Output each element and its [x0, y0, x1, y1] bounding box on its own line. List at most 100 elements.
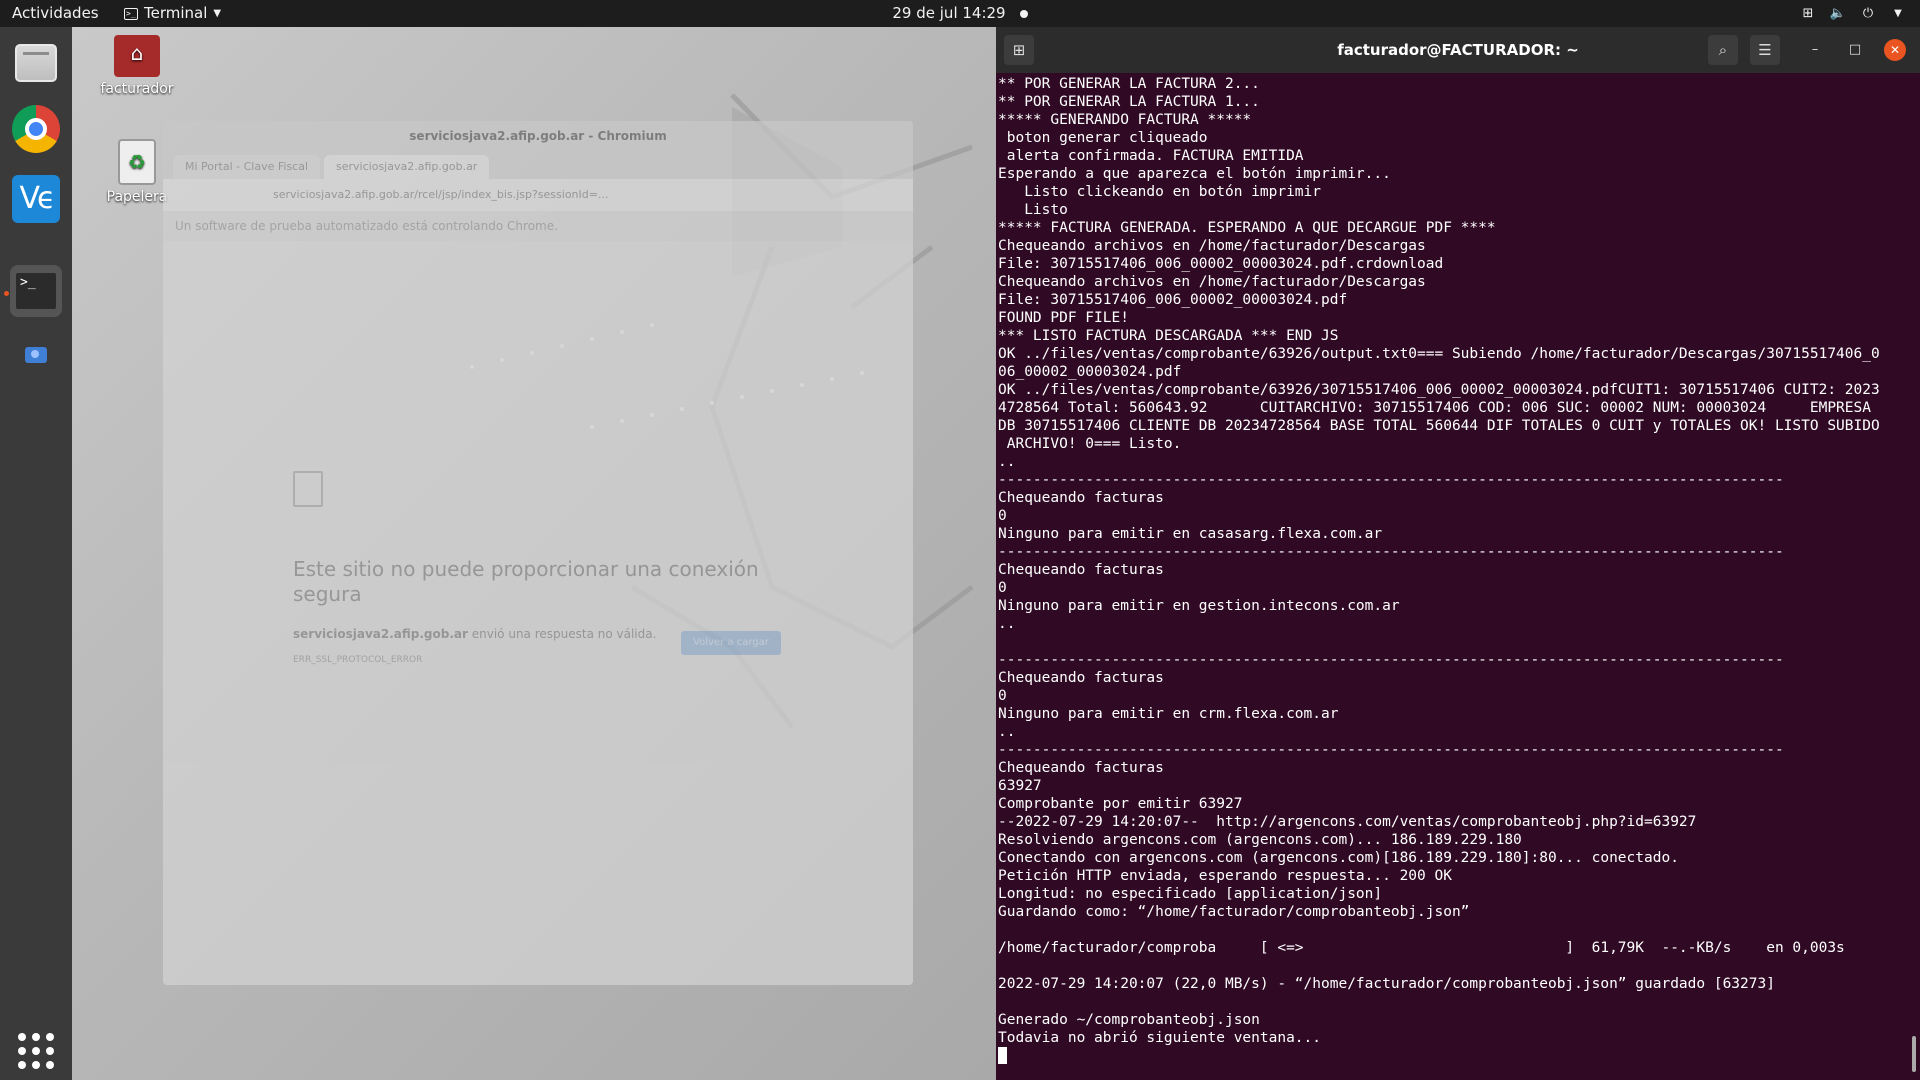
desktop-home-label: facturador: [100, 81, 174, 97]
terminal-line: File: 30715517406_006_00002_00003024.pdf…: [998, 256, 1444, 272]
terminal-line: OK ../files/ventas/comprobante/63926/307…: [998, 382, 1880, 398]
terminal-line: ----------------------------------------…: [998, 742, 1784, 758]
terminal-line: 63927: [998, 778, 1042, 794]
terminal-line: Ninguno para emitir en gestion.intecons.…: [998, 598, 1400, 614]
files-icon: [15, 44, 57, 82]
maximize-button[interactable]: □: [1844, 39, 1866, 61]
terminal-line: 2022-07-29 14:20:07 (22,0 MB/s) - “/home…: [998, 976, 1775, 992]
dock-vscode[interactable]: Vϵ: [10, 173, 62, 225]
app-menu-button[interactable]: >_ Terminal ▼: [124, 0, 221, 27]
home-folder-icon: [114, 35, 160, 77]
terminal-line: File: 30715517406_006_00002_00003024.pdf: [998, 292, 1348, 308]
error-title: Este sitio no puede proporcionar una con…: [293, 557, 759, 606]
terminal-line: ***** GENERANDO FACTURA *****: [998, 112, 1252, 128]
terminal-title: facturador@FACTURADOR: ~: [1337, 41, 1579, 59]
cursor: [998, 1047, 1007, 1064]
desktop-home-folder[interactable]: facturador: [92, 35, 182, 97]
address-bar[interactable]: serviciosjava2.afip.gob.ar/rcel/jsp/inde…: [163, 179, 913, 211]
terminal-line: *** LISTO FACTURA DESCARGADA *** END JS: [998, 328, 1339, 344]
tab-mi-portal[interactable]: Mi Portal - Clave Fiscal: [173, 155, 321, 179]
chromium-window[interactable]: serviciosjava2.afip.gob.ar - Chromium Mi…: [163, 121, 913, 985]
terminal-line: Chequeando archivos en /home/facturador/…: [998, 238, 1426, 254]
terminal-line: Chequeando facturas: [998, 490, 1164, 506]
terminal-line: ..: [998, 616, 1016, 632]
error-host: serviciosjava2.afip.gob.ar: [293, 627, 468, 641]
terminal-line: Listo: [998, 202, 1068, 218]
terminal-line: alerta confirmada. FACTURA EMITIDA: [998, 148, 1304, 164]
terminal-line: Comprobante por emitir 63927: [998, 796, 1243, 812]
terminal-line: ** POR GENERAR LA FACTURA 1...: [998, 94, 1260, 110]
clock[interactable]: 29 de jul 14:29: [892, 4, 1028, 22]
terminal-line: ..: [998, 724, 1016, 740]
terminal-line: Chequeando facturas: [998, 760, 1164, 776]
top-bar: Actividades >_ Terminal ▼ 29 de jul 14:2…: [0, 0, 1920, 27]
chromium-tabstrip: Mi Portal - Clave Fiscal serviciosjava2.…: [163, 151, 913, 179]
terminal-line: Longitud: no especificado [application/j…: [998, 886, 1383, 902]
terminal-line: /home/facturador/comproba [ <=> ] 61,79K…: [998, 940, 1845, 956]
terminal-line: 0: [998, 508, 1007, 524]
clock-container: 29 de jul 14:29: [0, 0, 1920, 27]
dock-chrome[interactable]: [10, 103, 62, 155]
terminal-line: --2022-07-29 14:20:07-- http://argencons…: [998, 814, 1697, 830]
desktop: facturador ♻ Papelera serviciosjava2.afi…: [72, 27, 996, 1080]
minimize-icon: –: [1811, 42, 1819, 57]
trash-icon: ♻: [118, 139, 156, 185]
dock-screenshot[interactable]: [10, 329, 62, 381]
system-tray[interactable]: ⊞ 🔈 ⏻ ▼: [1800, 0, 1906, 27]
terminal-line: ----------------------------------------…: [998, 652, 1784, 668]
dock-files[interactable]: [10, 37, 62, 89]
reload-button[interactable]: Volver a cargar: [681, 631, 781, 655]
terminal-line: boton generar cliqueado: [998, 130, 1208, 146]
terminal-icon: >_: [124, 7, 138, 20]
terminal-line: 0: [998, 580, 1007, 596]
volume-icon: 🔈: [1829, 6, 1847, 21]
automation-infobar: Un software de prueba automatizado está …: [163, 211, 913, 241]
tab-servicios[interactable]: serviciosjava2.afip.gob.ar: [324, 155, 490, 179]
terminal-line: Esperando a que aparezca el botón imprim…: [998, 166, 1391, 182]
terminal-line: Resolviendo argencons.com (argencons.com…: [998, 832, 1522, 848]
close-button[interactable]: ✕: [1884, 39, 1906, 61]
terminal-window[interactable]: ⊞ facturador@FACTURADOR: ~ ⌕ ☰ – □ ✕ ** …: [996, 27, 1920, 1080]
show-apps-button[interactable]: [14, 1027, 58, 1071]
terminal-line: ----------------------------------------…: [998, 544, 1784, 560]
terminal-line: ARCHIVO! 0=== Listo.: [998, 436, 1182, 452]
terminal-line: 0: [998, 688, 1007, 704]
maximize-icon: □: [1848, 42, 1862, 57]
broken-page-icon: [293, 471, 323, 507]
menu-button[interactable]: ☰: [1750, 35, 1780, 65]
camera-icon: [25, 347, 47, 363]
running-indicator: [4, 291, 9, 296]
terminal-line: Chequeando archivos en /home/facturador/…: [998, 274, 1426, 290]
terminal-icon: >_: [14, 271, 58, 311]
minimize-button[interactable]: –: [1804, 39, 1826, 61]
terminal-line: ----------------------------------------…: [998, 472, 1784, 488]
terminal-line: Todavia no abrió siguiente ventana...: [998, 1030, 1322, 1046]
grid-dot-icon: [18, 1033, 26, 1041]
terminal-line: Petición HTTP enviada, esperando respues…: [998, 868, 1452, 884]
terminal-line: Generado ~/comprobanteobj.json: [998, 1012, 1260, 1028]
terminal-line: ***** FACTURA GENERADA. ESPERANDO A QUE …: [998, 220, 1496, 236]
hamburger-icon: ☰: [1758, 41, 1772, 59]
terminal-line: FOUND PDF FILE!: [998, 310, 1129, 326]
error-code: ERR_SSL_PROTOCOL_ERROR: [293, 655, 423, 665]
activities-button[interactable]: Actividades: [12, 0, 99, 27]
close-icon: ✕: [1889, 43, 1901, 57]
chevron-down-icon: ▼: [213, 8, 222, 19]
network-icon: ⊞: [1802, 6, 1814, 21]
dock: Vϵ >_: [0, 27, 72, 1080]
dock-terminal[interactable]: >_: [10, 265, 62, 317]
terminal-output[interactable]: ** POR GENERAR LA FACTURA 2... ** POR GEN…: [998, 75, 1910, 1075]
search-button[interactable]: ⌕: [1708, 35, 1738, 65]
clock-label: 29 de jul 14:29: [892, 4, 1006, 22]
chevron-down-icon: ▼: [1894, 8, 1902, 19]
scrollbar[interactable]: [1912, 1036, 1916, 1072]
terminal-line: Ninguno para emitir en casasarg.flexa.co…: [998, 526, 1383, 542]
chrome-icon: [12, 105, 60, 153]
terminal-line: DB 30715517406 CLIENTE DB 20234728564 BA…: [998, 418, 1880, 434]
terminal-headerbar: ⊞ facturador@FACTURADOR: ~ ⌕ ☰ – □ ✕: [996, 27, 1920, 73]
power-icon: ⏻: [1862, 6, 1874, 21]
chromium-title: serviciosjava2.afip.gob.ar - Chromium: [163, 121, 913, 151]
terminal-line: Guardando como: “/home/facturador/compro…: [998, 904, 1470, 920]
search-icon: ⌕: [1718, 41, 1728, 59]
